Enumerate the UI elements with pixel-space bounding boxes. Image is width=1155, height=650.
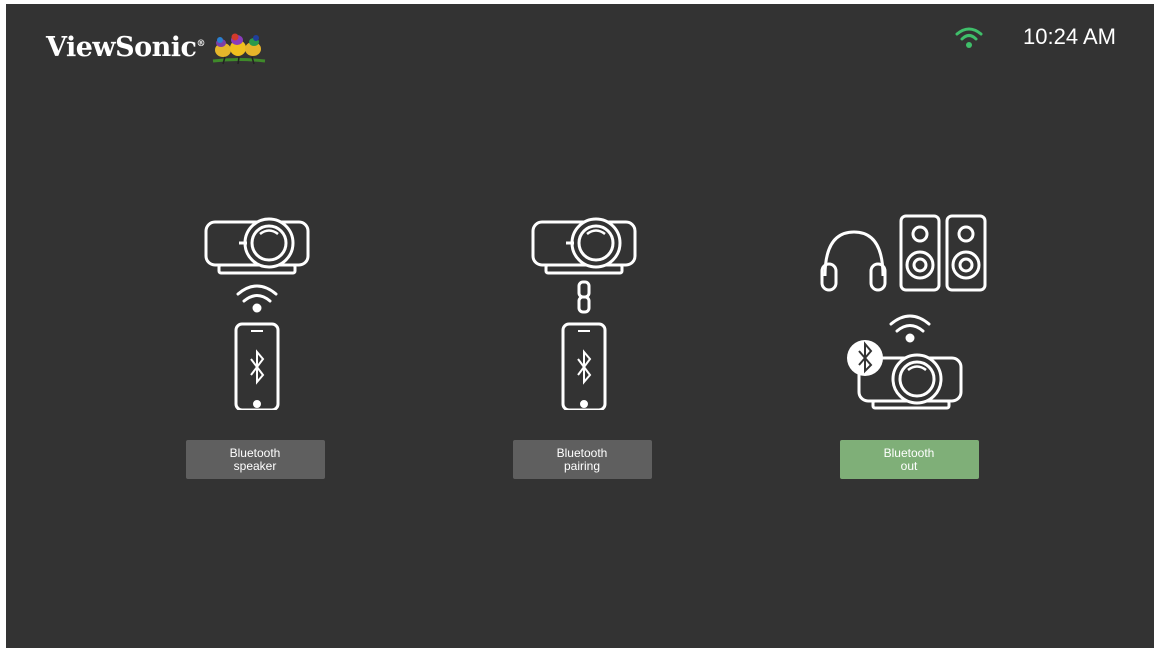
- wifi-signal-icon: [889, 314, 931, 343]
- option-bluetooth-out[interactable]: Bluetooth out: [809, 210, 1009, 479]
- clock-time: 10:24 AM: [1023, 24, 1116, 49]
- chain-link-icon: [577, 280, 591, 314]
- bluetooth-out-illustration: [820, 214, 987, 410]
- option-bluetooth-pairing[interactable]: Bluetooth pairing: [482, 210, 682, 479]
- smartphone-bluetooth-icon: [561, 322, 607, 410]
- bluetooth-badge-icon: [847, 340, 883, 376]
- option-bluetooth-speaker[interactable]: Bluetooth speaker: [155, 210, 355, 479]
- bluetooth-pairing-button[interactable]: Bluetooth pairing: [512, 440, 652, 479]
- wifi-signal-icon: [236, 284, 278, 313]
- projector-icon: [204, 217, 310, 275]
- gouldian-finches-logo-icon: [212, 33, 266, 65]
- speakers-icon: [899, 214, 987, 292]
- wifi-icon: [955, 27, 983, 48]
- bluetooth-speaker-button[interactable]: Bluetooth speaker: [185, 440, 325, 479]
- smartphone-bluetooth-icon: [234, 322, 280, 410]
- headphones-icon: [820, 230, 887, 292]
- bluetooth-pairing-illustration: [531, 217, 637, 410]
- bluetooth-menu-screen: ViewSonic® 10:24 AM Bluetooth speaker Bl…: [6, 4, 1154, 648]
- brand-name: ViewSonic®: [46, 31, 205, 63]
- projector-icon: [531, 217, 637, 275]
- bluetooth-out-button[interactable]: Bluetooth out: [839, 440, 979, 479]
- bluetooth-speaker-illustration: [204, 217, 310, 410]
- status-bar: 10:24 AM: [955, 24, 1116, 50]
- viewsonic-logo: ViewSonic®: [46, 28, 267, 66]
